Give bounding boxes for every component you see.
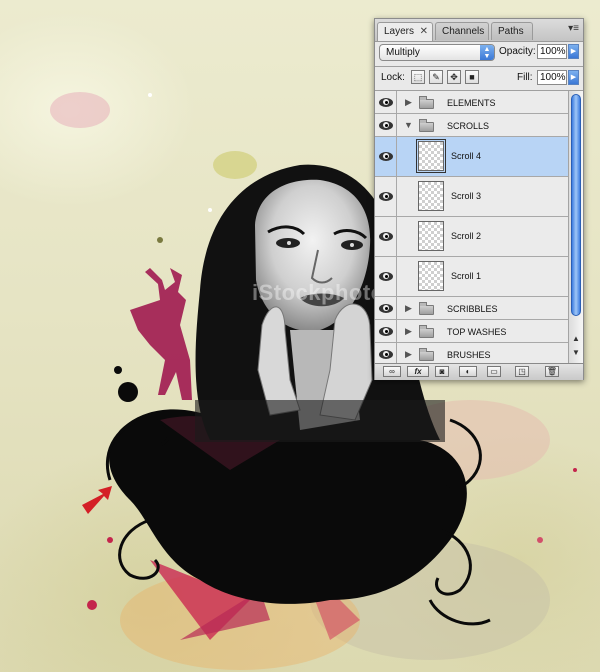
expand-triangle-icon[interactable]: ▶ bbox=[405, 97, 412, 108]
panel-tab-bar: Layers ✕ Channels Paths ▾≡ bbox=[375, 19, 583, 42]
adjustment-icon[interactable]: ◐ bbox=[459, 366, 477, 377]
visibility-eye-icon[interactable] bbox=[375, 320, 397, 342]
tab-layers-label: Layers bbox=[384, 26, 415, 37]
layer-name: Scroll 3 bbox=[451, 191, 482, 201]
tab-channels-label: Channels bbox=[442, 26, 485, 37]
lock-image-brush-icon[interactable]: ✎ bbox=[429, 70, 443, 84]
select-arrows-icon: ▲ ▼ bbox=[480, 45, 494, 60]
red-arrow-mark bbox=[82, 486, 112, 514]
layer-name: TOP WASHES bbox=[447, 327, 507, 337]
tab-layers[interactable]: Layers ✕ bbox=[377, 22, 433, 41]
layer-name: Scroll 1 bbox=[451, 271, 482, 281]
new-layer-icon[interactable]: ◳ bbox=[515, 366, 529, 377]
lock-transparent-icon[interactable]: ⬚ bbox=[411, 70, 425, 84]
expand-triangle-icon[interactable]: ▶ bbox=[405, 303, 412, 314]
trash-icon[interactable]: 🗑 bbox=[545, 366, 559, 377]
blend-mode-value: Multiply bbox=[386, 47, 420, 58]
layer-scroll-1[interactable]: Scroll 1 bbox=[375, 257, 568, 297]
visibility-eye-icon[interactable] bbox=[375, 177, 397, 216]
layer-scroll-3[interactable]: Scroll 3 bbox=[375, 177, 568, 217]
layer-group-elements[interactable]: ▶ ELEMENTS bbox=[375, 91, 568, 114]
opacity-label: Opacity: bbox=[499, 46, 536, 57]
collapse-triangle-icon[interactable]: ▼ bbox=[404, 120, 413, 130]
deer-silhouette bbox=[130, 268, 192, 400]
layers-panel[interactable]: Layers ✕ Channels Paths ▾≡ Multiply ▲ ▼ O… bbox=[374, 18, 584, 380]
mask-icon[interactable]: ◙ bbox=[435, 366, 449, 377]
layer-group-top-washes[interactable]: ▶ TOP WASHES bbox=[375, 320, 568, 343]
lock-all-padlock-icon[interactable]: ■ bbox=[465, 70, 479, 84]
blend-row: Multiply ▲ ▼ Opacity: 100% ▶ bbox=[375, 42, 583, 68]
visibility-eye-icon[interactable] bbox=[375, 343, 397, 363]
panel-bottom-toolbar: ∞ fx ◙ ◐ ▭ ◳ 🗑 bbox=[375, 363, 583, 380]
visibility-eye-icon[interactable] bbox=[375, 297, 397, 319]
folder-icon[interactable]: ▭ bbox=[487, 366, 501, 377]
folder-icon bbox=[419, 119, 434, 132]
scroll-down-icon[interactable]: ▼ bbox=[572, 348, 580, 357]
fill-slider-arrow-icon[interactable]: ▶ bbox=[568, 70, 579, 85]
layer-scroll-2[interactable]: Scroll 2 bbox=[375, 217, 568, 257]
opacity-slider-arrow-icon[interactable]: ▶ bbox=[568, 44, 579, 59]
folder-icon bbox=[419, 348, 434, 361]
layer-scroll-4[interactable]: Scroll 4 bbox=[375, 137, 568, 177]
layer-group-scribbles[interactable]: ▶ SCRIBBLES bbox=[375, 297, 568, 320]
layer-thumbnail bbox=[418, 181, 444, 211]
layer-name: ELEMENTS bbox=[447, 98, 496, 108]
layer-group-scrolls[interactable]: ▼ SCROLLS bbox=[375, 114, 568, 137]
layer-thumbnail bbox=[418, 221, 444, 251]
layer-name: BRUSHES bbox=[447, 350, 491, 360]
scrollbar-thumb[interactable] bbox=[571, 94, 581, 316]
opacity-input[interactable]: 100% bbox=[537, 44, 567, 59]
layer-name: Scroll 4 bbox=[451, 151, 482, 161]
lock-label: Lock: bbox=[381, 72, 405, 83]
visibility-eye-icon[interactable] bbox=[375, 114, 397, 136]
visibility-eye-icon[interactable] bbox=[375, 257, 397, 296]
folder-icon bbox=[419, 96, 434, 109]
layer-thumbnail bbox=[416, 139, 446, 173]
fill-input[interactable]: 100% bbox=[537, 70, 567, 85]
layer-name: SCRIBBLES bbox=[447, 304, 498, 314]
expand-triangle-icon[interactable]: ▶ bbox=[405, 349, 412, 360]
fx-icon[interactable]: fx bbox=[407, 366, 429, 377]
panel-menu-icon[interactable]: ▾≡ bbox=[568, 23, 579, 34]
folder-icon bbox=[419, 325, 434, 338]
tab-paths[interactable]: Paths bbox=[491, 22, 533, 40]
tab-paths-label: Paths bbox=[498, 26, 524, 37]
layers-list[interactable]: ▶ ELEMENTS ▼ SCROLLS Scroll 4 Scroll 3 S… bbox=[375, 91, 568, 363]
fx-label: fx bbox=[414, 367, 422, 376]
divider bbox=[375, 66, 583, 67]
watermark: iStockphoto bbox=[252, 280, 385, 305]
expand-triangle-icon[interactable]: ▶ bbox=[405, 326, 412, 337]
visibility-eye-icon[interactable] bbox=[375, 137, 397, 176]
link-icon[interactable]: ∞ bbox=[383, 366, 401, 377]
visibility-eye-icon[interactable] bbox=[375, 91, 397, 113]
scroll-up-icon[interactable]: ▲ bbox=[572, 334, 580, 343]
layer-name: Scroll 2 bbox=[451, 231, 482, 241]
fill-label: Fill: bbox=[517, 72, 533, 83]
layer-group-brushes[interactable]: ▶ BRUSHES bbox=[375, 343, 568, 363]
layer-thumbnail bbox=[418, 261, 444, 291]
folder-icon bbox=[419, 302, 434, 315]
layer-name: SCROLLS bbox=[447, 121, 490, 131]
blend-mode-select[interactable]: Multiply ▲ ▼ bbox=[379, 44, 495, 61]
layers-scrollbar[interactable]: ▲ ▼ bbox=[568, 91, 583, 363]
close-icon[interactable]: ✕ bbox=[420, 23, 428, 40]
visibility-eye-icon[interactable] bbox=[375, 217, 397, 256]
lock-position-move-icon[interactable]: ✥ bbox=[447, 70, 461, 84]
tab-channels[interactable]: Channels bbox=[435, 22, 489, 40]
